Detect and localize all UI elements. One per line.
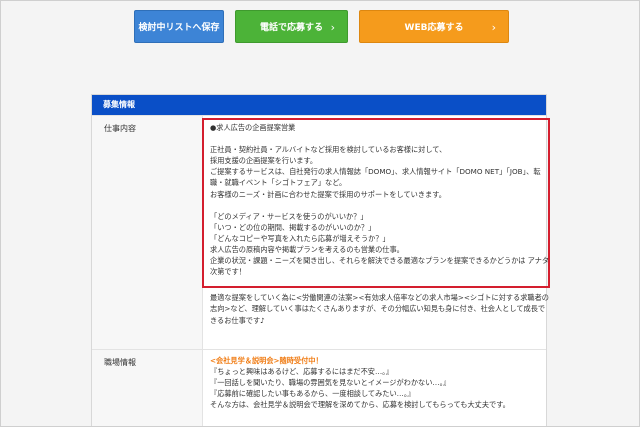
text-line xyxy=(210,200,538,211)
text-line: 求人広告の原稿内容や掲載プランを考えるのも営業の仕事。 xyxy=(210,245,404,255)
text-line: お客様のニーズ・計画に合わせた提案で採用のサポートをしていきます。 xyxy=(210,189,446,199)
job-description-extra-text: 最適な提案をしていく為に<労働関連の法案><有効求人倍率などの求人市場><シゴト… xyxy=(210,292,549,325)
save-to-list-button[interactable]: 検討中リストへ保存 xyxy=(134,10,224,43)
apply-by-web-label: WEB応募する xyxy=(404,23,464,33)
text-line: 「いつ・どの位の期間、掲載するのがいいのか？」 xyxy=(210,222,376,232)
page-frame: 検討中リストへ保存 電話で応募する › WEB応募する › 募集情報 仕事内容 … xyxy=(0,0,640,427)
apply-by-phone-button[interactable]: 電話で応募する › xyxy=(235,10,348,43)
workplace-text: 『ちょっと興味はあるけど、応募するにはまだ不安…。』 『一回話しを聞いたり、職場の… xyxy=(210,366,538,410)
apply-by-web-button[interactable]: WEB応募する › xyxy=(359,10,509,43)
job-description-content: ●求人広告の企画提案営業正社員・契約社員・アルバイトなど採用を検討しているお客様… xyxy=(203,116,550,326)
job-description-highlighted-text: ●求人広告の企画提案営業正社員・契約社員・アルバイトなど採用を検討しているお客様… xyxy=(210,122,550,277)
section-header: 募集情報 xyxy=(92,95,546,115)
text-line: 最適な提案をしていく為に<労働関連の法案><有効求人倍率などの求人市場><シゴト… xyxy=(210,293,549,303)
job-description-label: 仕事内容 xyxy=(92,116,203,359)
job-description-row: 仕事内容 ●求人広告の企画提案営業正社員・契約社員・アルバイトなど採用を検討して… xyxy=(92,115,550,359)
workplace-row: 職場情報 <会社見学＆説明会>随時受付中！ 『ちょっと興味はあるけど、応募するに… xyxy=(92,349,546,426)
text-line: 『ちょっと興味はあるけど、応募するにはまだ不安…。』 xyxy=(210,367,393,377)
workplace-content: <会社見学＆説明会>随時受付中！ 『ちょっと興味はあるけど、応募するにはまだ不安… xyxy=(203,350,546,410)
text-line: ●求人広告の企画提案営業 xyxy=(210,123,296,132)
recruitment-info-panel: 募集情報 仕事内容 ●求人広告の企画提案営業正社員・契約社員・アルバイトなど採用… xyxy=(91,94,550,426)
text-line: 志向>など、理解していく事はたくさんありますが、その分幅広い知見も身に付き、社会… xyxy=(210,304,546,314)
text-line: 職・就職イベント「シゴトフェア」など。 xyxy=(210,178,347,188)
chevron-right-icon: › xyxy=(491,21,496,34)
text-line: 『応募前に確認したい事もあるから、一度相談してみたい…。』 xyxy=(210,389,415,399)
workplace-headline: <会社見学＆説明会>随時受付中！ xyxy=(210,356,323,365)
text-line: 採用支援の企画提案を行います。 xyxy=(210,156,318,166)
chevron-right-icon: › xyxy=(330,21,335,34)
text-line: 「どんなコピーや写真を入れたら応募が増えそうか？」 xyxy=(210,233,390,243)
text-line xyxy=(210,133,538,144)
workplace-label: 職場情報 xyxy=(92,350,203,426)
text-line: 次第です！ xyxy=(210,267,246,277)
text-line: 『一回話しを聞いたり、職場の雰囲気を見ないとイメージがわかない…。』 xyxy=(210,378,451,388)
text-line: 正社員・契約社員・アルバイトなど採用を検討しているお客様に対して、 xyxy=(210,145,447,155)
text-line: きるお仕事です♪ xyxy=(210,315,265,325)
text-line: 企業の状況・課題・ニーズを聞き出し、それらを解決できる最適なプランを提案できるか… xyxy=(210,256,550,266)
text-line: そんな方は、会社見学＆説明会で理解を深めてから、応募を検討してもらっても大丈夫で… xyxy=(210,400,510,410)
text-line: ご提案するサービスは、自社発行の求人情報誌「DOMO」、求人情報サイト「DOMO… xyxy=(210,167,541,177)
text-line: 「どのメディア・サービスを使うのがいいか？」 xyxy=(210,211,368,221)
apply-by-phone-label: 電話で応募する xyxy=(259,23,323,33)
save-to-list-label: 検討中リストへ保存 xyxy=(138,23,220,33)
